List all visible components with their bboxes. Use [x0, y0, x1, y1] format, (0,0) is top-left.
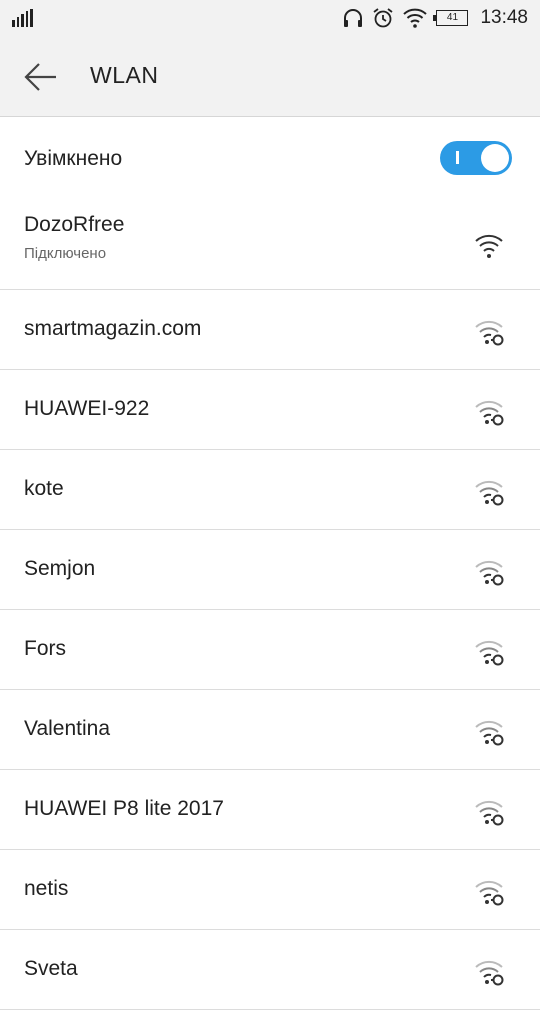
toggle-on-mark — [456, 151, 459, 164]
network-row[interactable]: netis — [0, 850, 540, 930]
network-row[interactable]: HUAWEI P8 lite 2017 — [0, 770, 540, 850]
network-row-connected[interactable]: DozoRfree Підключено — [0, 197, 540, 290]
network-row[interactable]: kote — [0, 450, 540, 530]
wlan-toggle-switch[interactable] — [440, 141, 512, 175]
toggle-knob — [481, 144, 509, 172]
toggle-label: Увімкнено — [24, 147, 123, 170]
wifi-locked-icon — [475, 560, 504, 586]
network-ssid: Valentina — [24, 717, 111, 740]
wifi-locked-icon — [475, 400, 504, 426]
status-time: 13:48 — [480, 7, 528, 28]
headphones-icon — [344, 9, 363, 27]
app-bar: WLAN — [0, 36, 540, 117]
wifi-locked-icon — [475, 880, 504, 906]
wifi-locked-icon — [475, 640, 504, 666]
wifi-locked-icon — [475, 320, 504, 346]
network-ssid: DozoRfree — [24, 213, 125, 236]
wifi-locked-icon — [475, 960, 504, 986]
wifi-locked-icon — [475, 480, 504, 506]
network-row[interactable]: Sveta — [0, 930, 540, 1010]
wifi-signal-icon — [475, 234, 503, 258]
network-ssid: Fors — [24, 637, 66, 660]
network-row[interactable]: smartmagazin.com — [0, 290, 540, 370]
wlan-toggle-row[interactable]: Увімкнено — [0, 117, 540, 197]
battery-level: 41 — [446, 12, 459, 23]
wifi-locked-icon — [475, 720, 504, 746]
network-ssid: HUAWEI P8 lite 2017 — [24, 797, 224, 820]
network-ssid: Sveta — [24, 957, 78, 980]
wifi-icon — [403, 8, 428, 28]
signal-bars-icon — [12, 9, 33, 27]
network-ssid: smartmagazin.com — [24, 317, 202, 340]
wifi-locked-icon — [475, 800, 504, 826]
network-status: Підключено — [24, 245, 107, 262]
network-ssid: netis — [24, 877, 69, 900]
network-ssid: HUAWEI-922 — [24, 397, 150, 420]
back-arrow-icon[interactable] — [24, 60, 58, 94]
page-title: WLAN — [90, 62, 159, 88]
network-row[interactable]: Fors — [0, 610, 540, 690]
network-list: smartmagazin.com HUAWEI-922 kote Semjon Fors… — [0, 290, 540, 1010]
network-ssid: Semjon — [24, 557, 96, 580]
alarm-clock-icon — [373, 8, 393, 28]
network-row[interactable]: Semjon — [0, 530, 540, 610]
status-bar: 41 13:48 — [0, 0, 540, 36]
network-row[interactable]: Valentina — [0, 690, 540, 770]
network-row[interactable]: HUAWEI-922 — [0, 370, 540, 450]
network-ssid: kote — [24, 477, 64, 500]
battery-icon: 41 — [433, 10, 469, 26]
